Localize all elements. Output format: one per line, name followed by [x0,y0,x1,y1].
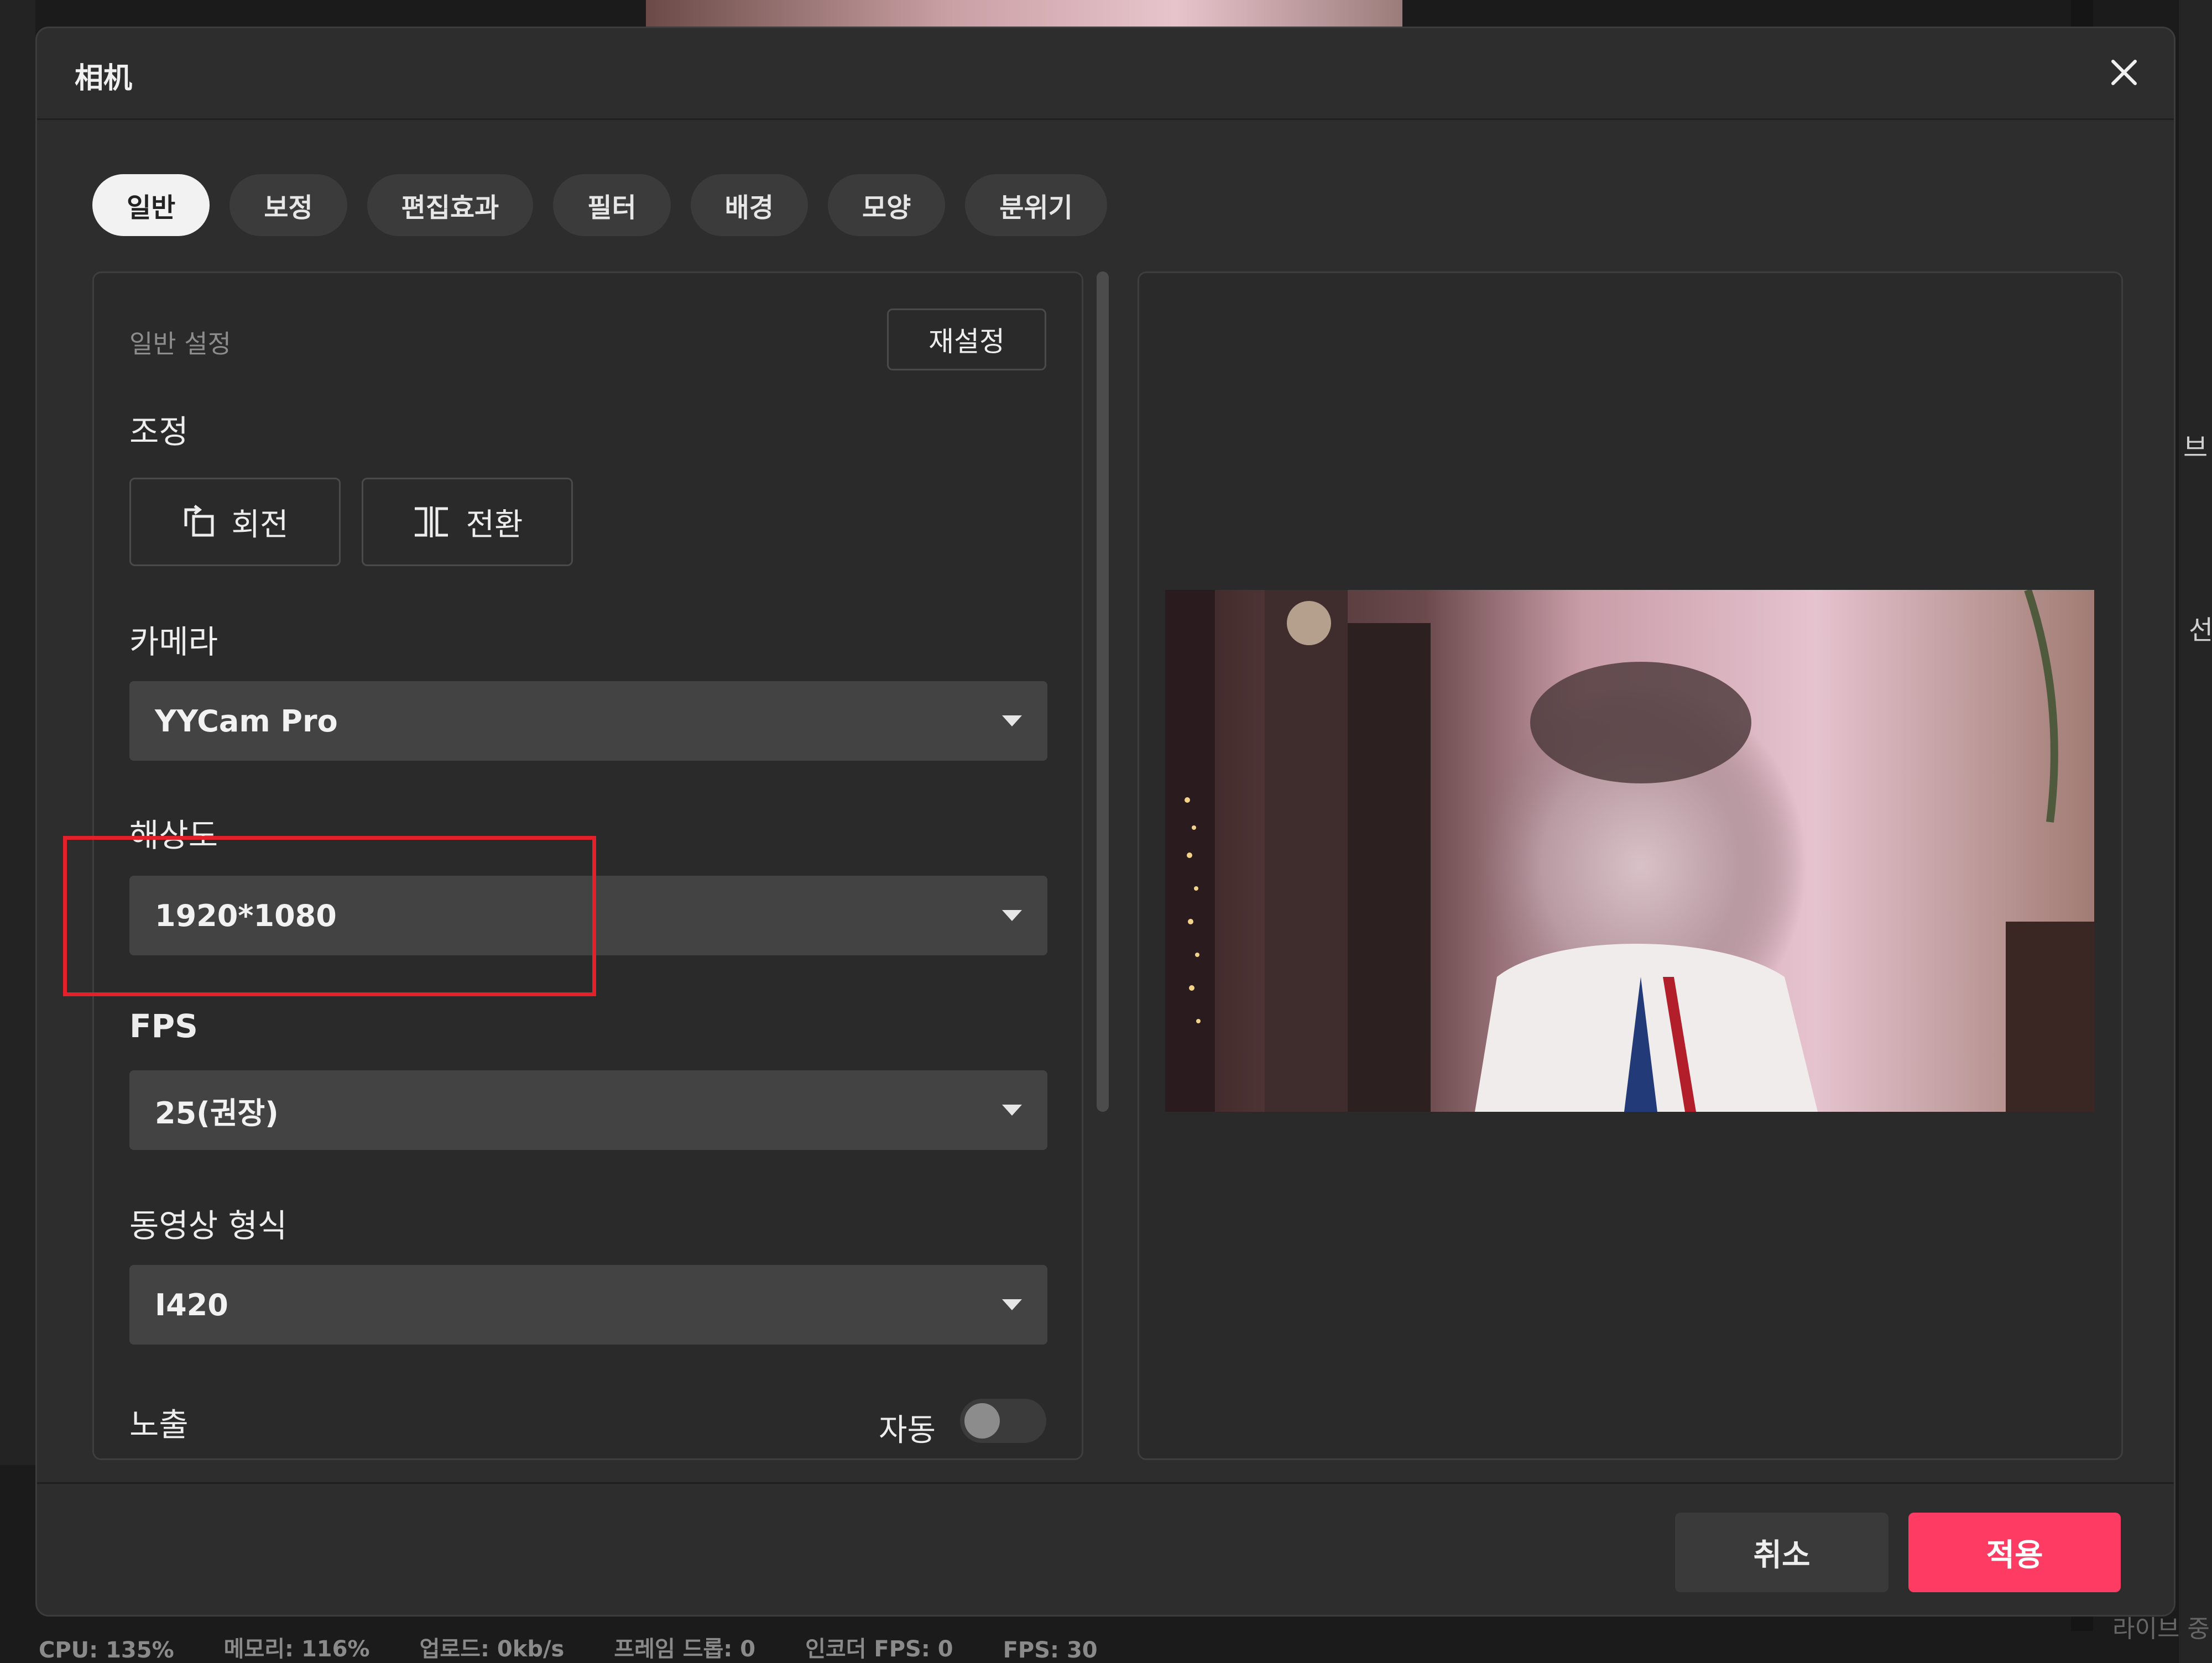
flip-button[interactable]: 전환 [362,478,573,566]
rotate-icon [184,505,214,537]
toggle-knob [964,1403,1000,1439]
settings-scrollbar[interactable] [1097,271,1109,1112]
chevron-down-icon [1002,1105,1022,1116]
dialog-header: 相机 [37,28,2174,120]
status-frame-drop: 프레임 드롭: 0 [614,1636,756,1662]
close-button[interactable] [2096,45,2152,100]
video-format-label: 동영상 형식 [129,1207,288,1244]
resolution-highlight-box [63,836,596,996]
status-bar: CPU: 135% 메모리: 116% 업로드: 0kb/s 프레임 드롭: 0… [0,1631,2107,1663]
camera-value: YYCam Pro [155,703,338,739]
close-icon [2111,60,2137,85]
camera-select[interactable]: YYCam Pro [129,681,1047,761]
auto-exposure-toggle[interactable] [960,1399,1046,1443]
status-upload: 업로드: 0kb/s [419,1636,565,1662]
fps-label: FPS [129,1007,198,1045]
chevron-down-icon [1002,910,1022,921]
dialog-title: 相机 [75,62,133,95]
background-right-panel [2179,0,2212,1663]
status-cpu: CPU: 135% [39,1638,174,1663]
dialog-footer: 취소 적용 [37,1482,2174,1615]
chevron-down-icon [1002,1299,1022,1310]
tab-shape[interactable]: 모양 [827,174,946,236]
status-fps: FPS: 30 [1003,1638,1098,1663]
rotate-button[interactable]: 회전 [129,478,341,566]
camera-settings-dialog: 相机 일반 보정 편집효과 필터 배경 모양 분위기 일반 설정 재설정 조정 … [35,27,2176,1617]
adjust-label: 조정 [129,413,189,451]
flip-icon [415,506,448,537]
fps-select[interactable]: 25(권장) [129,1070,1047,1150]
cancel-button[interactable]: 취소 [1675,1513,1888,1592]
tab-background[interactable]: 배경 [690,174,808,236]
section-label: 일반 설정 [129,329,231,359]
tab-mood[interactable]: 분위기 [965,174,1107,236]
reset-button[interactable]: 재설정 [887,308,1046,370]
background-video-preview [646,0,1402,27]
tab-correction[interactable]: 보정 [229,174,347,236]
background-right-text-1: 브 [2183,432,2208,463]
status-encoder-fps: 인코더 FPS: 0 [805,1636,953,1662]
rotate-label: 회전 [231,506,289,543]
tab-bar: 일반 보정 편집효과 필터 배경 모양 분위기 [92,174,1107,236]
apply-button[interactable]: 적용 [1908,1513,2121,1592]
exposure-label: 노출 [129,1406,189,1444]
tab-edit-effects[interactable]: 편집효과 [367,174,534,236]
background-right-text-2: 선 [2189,615,2212,646]
status-memory: 메모리: 116% [223,1636,370,1662]
preview-picture [1165,590,2094,1112]
camera-preview-image [1165,590,2094,1112]
flip-label: 전환 [466,506,523,543]
chevron-down-icon [1002,715,1022,726]
tab-filter[interactable]: 필터 [553,174,671,236]
fps-value: 25(권장) [155,1095,279,1131]
video-format-select[interactable]: I420 [129,1265,1047,1345]
auto-label: 자동 [878,1413,936,1448]
background-left-panel [0,0,35,1465]
camera-label: 카메라 [129,623,218,661]
tab-general[interactable]: 일반 [92,174,210,236]
video-format-value: I420 [155,1287,228,1322]
